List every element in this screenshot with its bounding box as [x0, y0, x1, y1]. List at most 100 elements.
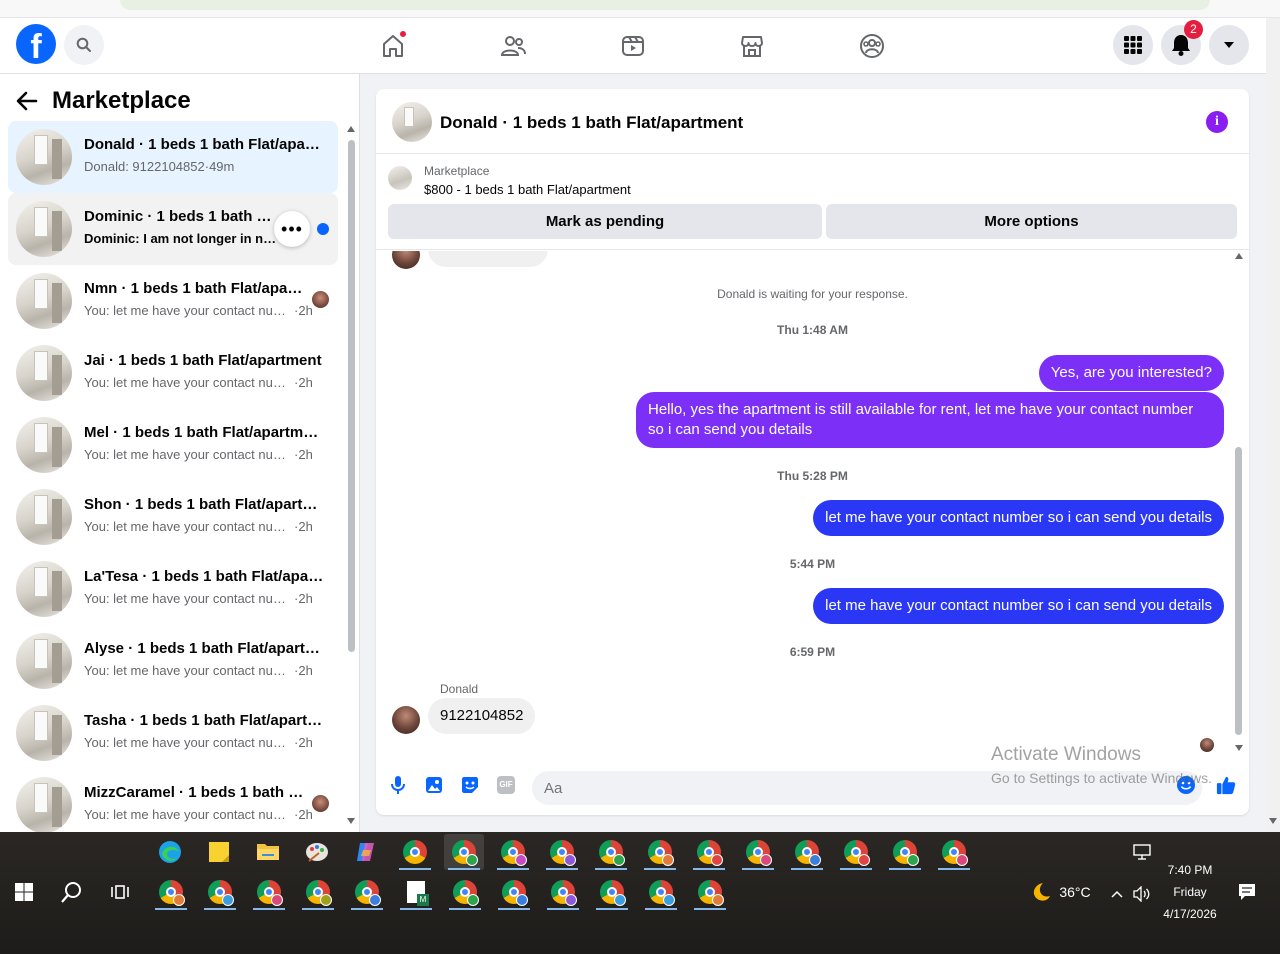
- scroll-down-arrow-icon[interactable]: [1269, 818, 1277, 824]
- chrome-profile-taskbar-button[interactable]: [493, 834, 533, 870]
- taskbar-search-button[interactable]: [52, 874, 92, 910]
- notifications-button[interactable]: 2: [1161, 20, 1203, 65]
- conversation-item[interactable]: MizzCaramel · 1 beds 1 bath Flat/apartme…: [8, 769, 338, 832]
- menu-button[interactable]: [1113, 25, 1153, 65]
- inbox-scrollbar[interactable]: [347, 124, 355, 824]
- show-hidden-icons-button[interactable]: [1107, 876, 1127, 912]
- chrome-profile-taskbar-button[interactable]: [738, 834, 778, 870]
- back-arrow-icon[interactable]: [16, 91, 38, 111]
- clock-day[interactable]: Friday: [1160, 885, 1220, 899]
- chrome-profile-taskbar-button[interactable]: [885, 834, 925, 870]
- conversation-title: MizzCaramel · 1 beds 1 bath Flat/apartme…: [84, 784, 304, 801]
- conversation-item[interactable]: Alyse · 1 beds 1 bath Flat/apartment You…: [8, 625, 338, 697]
- chat-title[interactable]: Donald · 1 beds 1 bath Flat/apartment: [440, 113, 743, 133]
- conversation-item[interactable]: Dominic · 1 beds 1 bath Flat/apartment D…: [8, 193, 338, 265]
- weather-widget[interactable]: 36°C: [1020, 874, 1100, 910]
- attach-photo-button[interactable]: [424, 775, 444, 795]
- groups-tab[interactable]: [852, 26, 892, 66]
- scroll-up-arrow-icon[interactable]: [347, 126, 355, 132]
- scroll-down-arrow-icon[interactable]: [347, 818, 355, 824]
- chrome-profile-taskbar-button[interactable]: [787, 834, 827, 870]
- account-button[interactable]: [1209, 25, 1249, 65]
- paint-taskbar-button[interactable]: [297, 834, 337, 870]
- chrome-profile-taskbar-button[interactable]: [151, 874, 191, 910]
- chrome-profile-taskbar-button[interactable]: [494, 874, 534, 910]
- chrome-profile-taskbar-button[interactable]: [641, 874, 681, 910]
- clock-time[interactable]: 7:40 PM: [1160, 863, 1220, 877]
- chrome-profile-taskbar-button[interactable]: [249, 874, 289, 910]
- facebook-logo[interactable]: f: [16, 24, 56, 64]
- network-tray-button[interactable]: [1122, 838, 1162, 866]
- emoji-button[interactable]: [1176, 775, 1196, 795]
- conversation-item[interactable]: Tasha · 1 beds 1 bath Flat/apartment You…: [8, 697, 338, 769]
- windows-taskbar: M 36°C 7:40 PM Friday 4/17/2026: [0, 832, 1280, 954]
- search-button[interactable]: [64, 25, 104, 65]
- conversation-item[interactable]: Jai · 1 beds 1 bath Flat/apartment You: …: [8, 337, 338, 409]
- volume-button[interactable]: [1130, 876, 1154, 912]
- chrome-profile-taskbar-button[interactable]: [689, 834, 729, 870]
- edge-icon: [159, 841, 181, 863]
- chrome-profile-taskbar-button[interactable]: [640, 834, 680, 870]
- clock-date[interactable]: 4/17/2026: [1160, 907, 1220, 921]
- mark-as-pending-button[interactable]: Mark as pending: [388, 204, 822, 239]
- more-options-button[interactable]: •••: [274, 211, 310, 247]
- chrome-profile-taskbar-button[interactable]: [347, 874, 387, 910]
- copilot-taskbar-button[interactable]: [346, 834, 386, 870]
- chrome-profile-taskbar-button[interactable]: [444, 834, 484, 870]
- chrome-profile-taskbar-button[interactable]: [934, 834, 974, 870]
- sticker-button[interactable]: [460, 775, 480, 795]
- notification-center-button[interactable]: [1230, 874, 1264, 910]
- friends-tab[interactable]: [493, 26, 533, 66]
- chrome-profile-taskbar-button[interactable]: [591, 834, 631, 870]
- chrome-profile-taskbar-button[interactable]: [690, 874, 730, 910]
- chat-bubble-icon: [1239, 884, 1255, 900]
- voice-clip-button[interactable]: [388, 775, 408, 795]
- home-tab[interactable]: [373, 26, 413, 66]
- edge-taskbar-button[interactable]: [150, 834, 190, 870]
- address-bar[interactable]: [120, 0, 1210, 10]
- scrollbar-thumb[interactable]: [1235, 447, 1242, 735]
- scroll-down-arrow-icon[interactable]: [1235, 745, 1243, 751]
- scroll-up-arrow-icon[interactable]: [1235, 253, 1243, 259]
- conversation-item[interactable]: La'Tesa · 1 beds 1 bath Flat/apartment Y…: [8, 553, 338, 625]
- chrome-taskbar-button[interactable]: [395, 834, 435, 870]
- listing-avatar: [16, 201, 72, 257]
- conversation-item[interactable]: Nmn · 1 beds 1 bath Flat/apartment You: …: [8, 265, 338, 337]
- start-button[interactable]: [4, 874, 44, 910]
- video-tab[interactable]: [613, 26, 653, 66]
- scrollbar-thumb[interactable]: [348, 140, 355, 652]
- chrome-profile-taskbar-button[interactable]: [592, 874, 632, 910]
- conversation-item[interactable]: Donald · 1 beds 1 bath Flat/apartment Do…: [8, 121, 338, 193]
- chrome-icon: [550, 840, 576, 866]
- chrome-profile-taskbar-button[interactable]: [836, 834, 876, 870]
- sender-avatar[interactable]: [392, 706, 420, 734]
- page-scrollbar[interactable]: [1266, 18, 1280, 832]
- chrome-profile-taskbar-button[interactable]: [542, 834, 582, 870]
- chrome-profile-taskbar-button[interactable]: [445, 874, 485, 910]
- info-icon[interactable]: i: [1206, 111, 1228, 133]
- chrome-profile-taskbar-button[interactable]: [543, 874, 583, 910]
- chrome-icon: [502, 880, 528, 906]
- chrome-profile-taskbar-button[interactable]: [200, 874, 240, 910]
- marketplace-tab[interactable]: [732, 26, 772, 66]
- message-input[interactable]: [532, 771, 1202, 805]
- thread-scrollbar[interactable]: [1234, 251, 1244, 751]
- chat-avatar[interactable]: [392, 102, 432, 142]
- send-like-button[interactable]: [1216, 775, 1236, 795]
- conversation-item[interactable]: Shon · 1 beds 1 bath Flat/apartment You:…: [8, 481, 338, 553]
- sticky-notes-taskbar-button[interactable]: [199, 834, 239, 870]
- gif-button[interactable]: GIF: [496, 775, 516, 795]
- listing-description[interactable]: $800 - 1 beds 1 bath Flat/apartment: [424, 182, 631, 197]
- seen-by-avatar: [312, 291, 329, 308]
- received-message: 9122104852: [428, 698, 536, 734]
- listing-thumbnail[interactable]: [388, 166, 412, 190]
- sent-message: Yes, are you interested?: [1038, 355, 1224, 391]
- image-icon: [426, 777, 442, 793]
- conversation-item[interactable]: Mel · 1 beds 1 bath Flat/apartment You: …: [8, 409, 338, 481]
- chrome-profile-taskbar-button[interactable]: [298, 874, 338, 910]
- task-view-button[interactable]: [100, 874, 140, 910]
- more-options-button[interactable]: More options: [826, 204, 1237, 239]
- search-icon: [76, 37, 91, 52]
- file-explorer-taskbar-button[interactable]: [248, 834, 288, 870]
- document-taskbar-button[interactable]: M: [396, 874, 436, 910]
